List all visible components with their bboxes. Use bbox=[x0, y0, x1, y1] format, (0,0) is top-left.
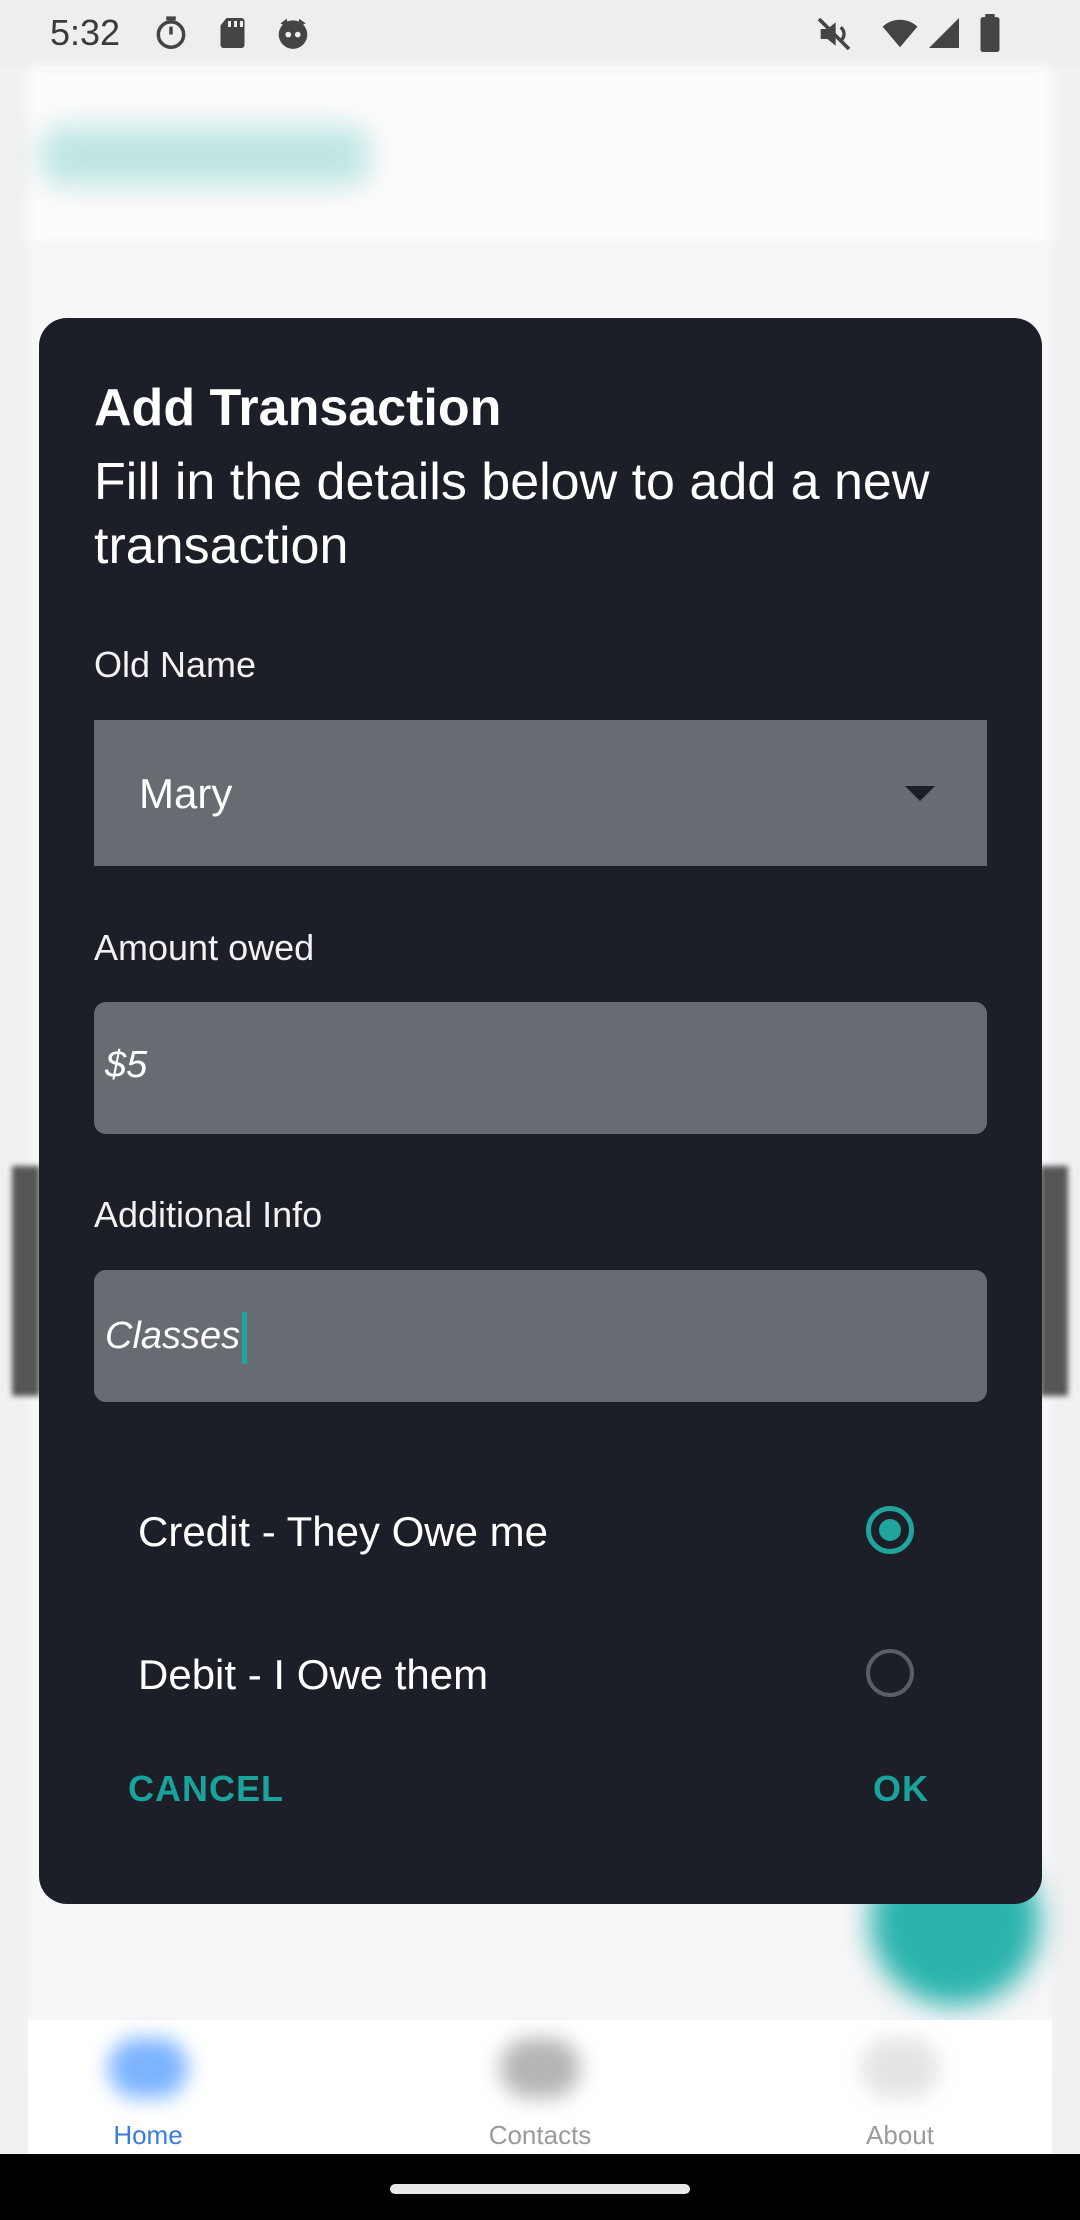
dropdown-arrow-icon[interactable] bbox=[905, 786, 935, 801]
background-title-blur bbox=[40, 126, 370, 186]
amount-value: $5 bbox=[105, 1044, 148, 1086]
status-bar: 5:32 bbox=[0, 0, 1080, 66]
battery-icon bbox=[978, 14, 1002, 57]
name-label: Old Name bbox=[94, 644, 257, 685]
nav-label-home: Home bbox=[113, 2120, 183, 2150]
radio-label-debit: Debit - I Owe them bbox=[138, 1651, 489, 1698]
radio-button-debit[interactable] bbox=[866, 1649, 914, 1697]
amount-field[interactable]: $5 bbox=[94, 1002, 987, 1134]
about-icon bbox=[860, 2038, 940, 2098]
dialog-title: Add Transaction bbox=[94, 379, 502, 437]
amount-label: Amount owed bbox=[94, 927, 315, 968]
info-label: Additional Info bbox=[94, 1194, 323, 1235]
nav-label-contacts: Contacts bbox=[488, 2120, 592, 2150]
info-field[interactable]: Classes bbox=[94, 1270, 987, 1402]
home-gesture-handle[interactable] bbox=[390, 2184, 690, 2194]
name-select-value: Mary bbox=[139, 770, 233, 817]
radio-option-credit[interactable]: Credit - They Owe me bbox=[39, 1472, 1042, 1592]
info-value: Classes bbox=[105, 1315, 241, 1358]
radio-option-debit[interactable]: Debit - I Owe them bbox=[39, 1615, 1042, 1735]
cancel-button[interactable]: CANCEL bbox=[128, 1768, 284, 1810]
home-icon bbox=[108, 2038, 188, 2098]
background-card-edge bbox=[12, 1166, 40, 1396]
nav-item-contacts[interactable]: Contacts bbox=[420, 2020, 660, 2154]
radio-button-credit[interactable] bbox=[866, 1506, 914, 1554]
radio-dot bbox=[879, 1519, 901, 1541]
nav-item-home[interactable]: Home bbox=[28, 2020, 268, 2154]
info-input-text: Classes bbox=[105, 1312, 248, 1364]
nav-label-about: About bbox=[866, 2120, 934, 2150]
dialog-subtitle: Fill in the details below to add a new t… bbox=[94, 453, 930, 575]
wifi-icon bbox=[880, 14, 920, 57]
nav-item-about[interactable]: About bbox=[780, 2020, 1020, 2154]
radio-label-credit: Credit - They Owe me bbox=[138, 1508, 549, 1555]
name-select[interactable]: Mary bbox=[94, 720, 987, 866]
signal-icon bbox=[926, 14, 962, 57]
sd-card-icon bbox=[216, 14, 252, 57]
system-navigation-bar bbox=[0, 2154, 1080, 2220]
timer-icon bbox=[152, 14, 190, 57]
status-time: 5:32 bbox=[50, 12, 121, 53]
cat-icon bbox=[274, 14, 312, 57]
mute-icon bbox=[814, 14, 854, 59]
add-transaction-dialog: Add Transaction Fill in the details belo… bbox=[39, 318, 1042, 1904]
contacts-icon bbox=[500, 2038, 580, 2098]
bottom-navigation: Home Contacts About bbox=[28, 2020, 1052, 2154]
background-card-edge bbox=[1040, 1166, 1068, 1396]
ok-button[interactable]: OK bbox=[873, 1768, 929, 1810]
text-cursor bbox=[242, 1312, 248, 1364]
